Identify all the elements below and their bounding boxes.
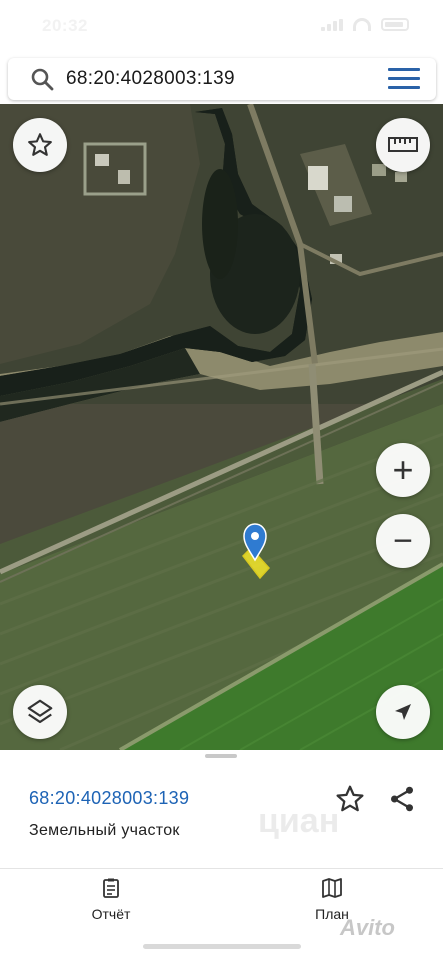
home-indicator[interactable] [143, 944, 301, 949]
sheet-handle[interactable] [205, 754, 237, 758]
battery-icon [381, 18, 409, 31]
status-bar: 20:32 [0, 0, 443, 54]
zoom-out-button[interactable]: − [376, 514, 430, 568]
report-icon [103, 878, 119, 898]
favorite-star-icon[interactable] [334, 783, 366, 815]
favorite-button[interactable] [13, 118, 67, 172]
tab-report[interactable]: Отчёт [56, 876, 166, 932]
share-icon[interactable] [387, 784, 417, 814]
map-plan-icon [322, 878, 342, 898]
avito-watermark: Avito [340, 915, 395, 940]
zoom-out-label: − [393, 522, 413, 560]
signal-icon [321, 18, 343, 31]
parcel-type: Земельный участок [29, 822, 180, 839]
layers-button[interactable] [13, 685, 67, 739]
search-icon[interactable] [30, 67, 54, 91]
sheet-divider [0, 868, 443, 869]
status-time: 20:32 [42, 16, 88, 35]
ruler-icon [388, 137, 418, 152]
zoom-in-button[interactable]: + [376, 443, 430, 497]
wifi-icon [353, 18, 371, 31]
satellite-map[interactable]: + − [0, 104, 443, 750]
parcel-sheet: циан 68:20:4028003:139 Земельный участок… [0, 750, 443, 960]
hamburger-menu-icon[interactable] [388, 68, 420, 90]
ruler-button[interactable] [376, 118, 430, 172]
locate-button[interactable] [376, 685, 430, 739]
star-icon [28, 133, 52, 156]
search-input[interactable]: 68:20:4028003:139 [66, 68, 235, 90]
cadastral-number-link[interactable]: 68:20:4028003:139 [29, 788, 189, 809]
layers-icon [27, 699, 53, 724]
navigation-arrow-icon [395, 704, 411, 720]
watermark-ghost: циан [258, 802, 340, 840]
search-bar[interactable]: 68:20:4028003:139 [8, 58, 436, 100]
status-icons [321, 18, 409, 31]
tab-report-label: Отчёт [91, 906, 131, 922]
zoom-in-label: + [392, 449, 414, 490]
map-imagery [0, 104, 443, 750]
